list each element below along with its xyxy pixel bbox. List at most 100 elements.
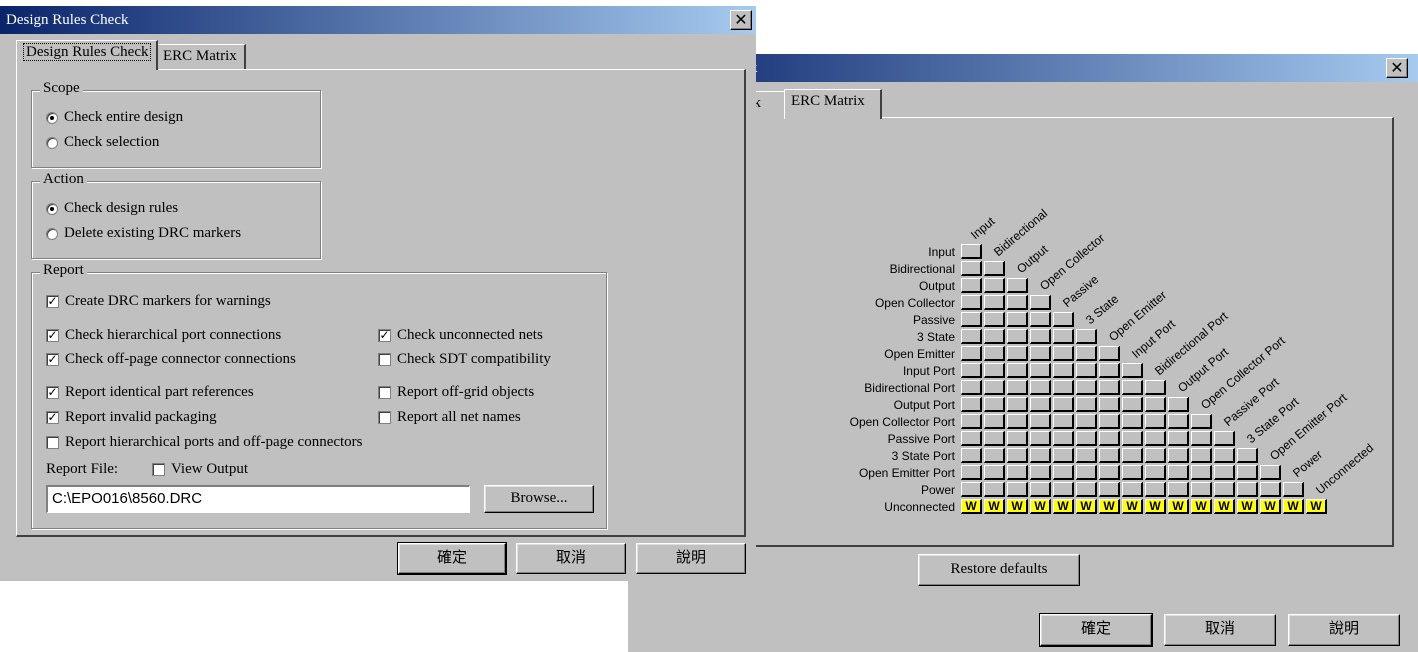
help-button[interactable]: 說明 [636, 543, 746, 574]
matrix-cell[interactable] [1007, 397, 1028, 412]
matrix-cell[interactable] [984, 312, 1005, 327]
matrix-cell[interactable] [984, 363, 1005, 378]
matrix-cell[interactable]: W [1030, 499, 1051, 514]
ok-button[interactable]: 確定 [1039, 613, 1153, 647]
matrix-cell[interactable] [1053, 414, 1074, 429]
matrix-cell[interactable] [1007, 363, 1028, 378]
matrix-cell[interactable] [1030, 380, 1051, 395]
matrix-cell[interactable] [1076, 448, 1097, 463]
matrix-cell[interactable] [1030, 482, 1051, 497]
matrix-cell[interactable] [961, 278, 982, 293]
matrix-cell[interactable] [1168, 465, 1189, 480]
matrix-cell[interactable] [961, 431, 982, 446]
matrix-cell[interactable] [1030, 465, 1051, 480]
matrix-cell[interactable] [1260, 465, 1281, 480]
matrix-cell[interactable] [1030, 346, 1051, 361]
tab-erc-matrix[interactable]: ERC Matrix [784, 89, 882, 119]
matrix-cell[interactable] [1007, 414, 1028, 429]
ok-button[interactable]: 確定 [397, 542, 507, 575]
matrix-cell[interactable] [961, 363, 982, 378]
matrix-cell[interactable] [1191, 414, 1212, 429]
delete-drc-markers-radio[interactable]: Delete existing DRC markers [46, 225, 241, 242]
matrix-cell[interactable] [1007, 448, 1028, 463]
matrix-cell[interactable] [1099, 346, 1120, 361]
matrix-cell[interactable] [1122, 465, 1143, 480]
matrix-cell[interactable] [1168, 482, 1189, 497]
matrix-cell[interactable] [1168, 431, 1189, 446]
matrix-cell[interactable] [1191, 465, 1212, 480]
matrix-cell[interactable] [1145, 380, 1166, 395]
matrix-cell[interactable] [984, 465, 1005, 480]
matrix-cell[interactable]: W [1145, 499, 1166, 514]
matrix-cell[interactable] [1007, 278, 1028, 293]
matrix-cell[interactable] [1145, 465, 1166, 480]
matrix-cell[interactable] [1191, 448, 1212, 463]
matrix-cell[interactable] [961, 482, 982, 497]
matrix-cell[interactable] [961, 329, 982, 344]
matrix-cell[interactable] [1007, 431, 1028, 446]
check-selection-radio[interactable]: Check selection [46, 134, 159, 151]
matrix-cell[interactable] [984, 448, 1005, 463]
matrix-cell[interactable] [1122, 380, 1143, 395]
matrix-cell[interactable] [1191, 431, 1212, 446]
matrix-cell[interactable] [984, 431, 1005, 446]
matrix-cell[interactable] [1122, 363, 1143, 378]
matrix-cell[interactable]: W [1306, 499, 1327, 514]
matrix-cell[interactable] [1053, 397, 1074, 412]
title-bar[interactable]: Design Rules Check [0, 6, 756, 34]
create-drc-markers-checkbox[interactable]: ✓ Create DRC markers for warnings [46, 293, 271, 310]
matrix-cell[interactable]: W [1168, 499, 1189, 514]
matrix-cell[interactable] [1214, 431, 1235, 446]
matrix-cell[interactable] [1076, 482, 1097, 497]
matrix-cell[interactable]: W [1099, 499, 1120, 514]
report-invalid-packaging-checkbox[interactable]: ✓ Report invalid packaging [46, 409, 217, 426]
matrix-cell[interactable] [1122, 414, 1143, 429]
matrix-cell[interactable] [1030, 363, 1051, 378]
matrix-cell[interactable] [1007, 312, 1028, 327]
matrix-cell[interactable] [984, 482, 1005, 497]
matrix-cell[interactable] [1076, 380, 1097, 395]
matrix-cell[interactable] [1122, 448, 1143, 463]
matrix-cell[interactable]: W [1283, 499, 1304, 514]
matrix-cell[interactable]: W [984, 499, 1005, 514]
matrix-cell[interactable] [1237, 482, 1258, 497]
matrix-cell[interactable] [1237, 465, 1258, 480]
matrix-cell[interactable] [1053, 312, 1074, 327]
matrix-cell[interactable] [1145, 448, 1166, 463]
matrix-cell[interactable] [984, 295, 1005, 310]
matrix-cell[interactable] [1076, 414, 1097, 429]
matrix-cell[interactable] [1145, 482, 1166, 497]
matrix-cell[interactable] [1099, 482, 1120, 497]
matrix-cell[interactable] [1099, 465, 1120, 480]
matrix-cell[interactable] [961, 448, 982, 463]
matrix-cell[interactable] [1053, 329, 1074, 344]
matrix-cell[interactable] [1168, 448, 1189, 463]
help-button[interactable]: 說明 [1288, 614, 1400, 646]
report-identical-references-checkbox[interactable]: ✓ Report identical part references [46, 384, 254, 401]
matrix-cell[interactable] [1214, 482, 1235, 497]
check-hierarchical-ports-checkbox[interactable]: ✓ Check hierarchical port connections [46, 327, 281, 344]
check-design-rules-radio[interactable]: Check design rules [46, 200, 178, 217]
matrix-cell[interactable] [1099, 380, 1120, 395]
matrix-cell[interactable] [961, 244, 982, 259]
matrix-cell[interactable] [1076, 397, 1097, 412]
matrix-cell[interactable]: W [1214, 499, 1235, 514]
matrix-cell[interactable] [1007, 295, 1028, 310]
matrix-cell[interactable] [1076, 465, 1097, 480]
matrix-cell[interactable] [984, 278, 1005, 293]
matrix-cell[interactable] [961, 261, 982, 276]
matrix-cell[interactable]: W [1260, 499, 1281, 514]
matrix-cell[interactable] [1099, 448, 1120, 463]
check-unconnected-nets-checkbox[interactable]: ✓ Check unconnected nets [378, 327, 543, 344]
matrix-cell[interactable] [961, 380, 982, 395]
matrix-cell[interactable] [1214, 448, 1235, 463]
matrix-cell[interactable]: W [1053, 499, 1074, 514]
tab-design-rules-check[interactable]: Design Rules Check [16, 40, 158, 70]
matrix-cell[interactable] [1030, 414, 1051, 429]
matrix-cell[interactable] [1168, 414, 1189, 429]
matrix-cell[interactable]: W [1122, 499, 1143, 514]
matrix-cell[interactable] [984, 414, 1005, 429]
matrix-cell[interactable] [961, 312, 982, 327]
matrix-cell[interactable] [1030, 431, 1051, 446]
matrix-cell[interactable] [1007, 346, 1028, 361]
